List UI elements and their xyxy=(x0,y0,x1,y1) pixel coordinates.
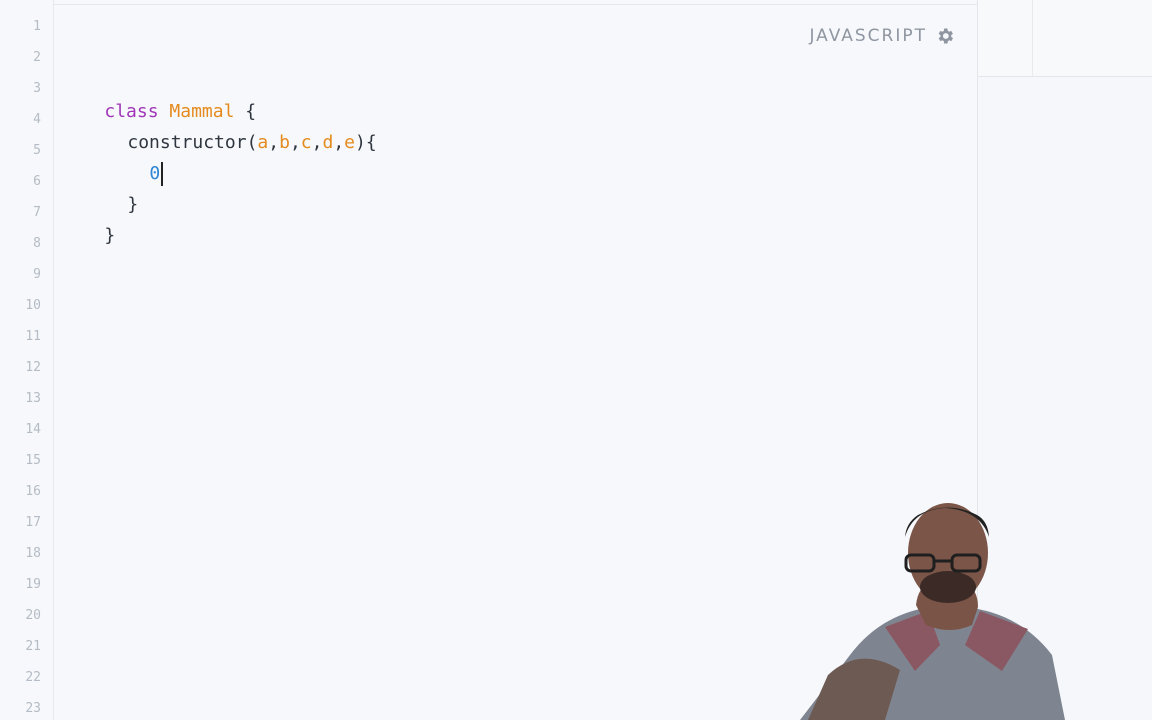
param-d: d xyxy=(322,132,334,153)
line-number: 23 xyxy=(25,701,41,716)
line-number: 22 xyxy=(25,670,41,685)
webcam-presenter-image xyxy=(800,503,1065,720)
line-number: 20 xyxy=(25,608,41,623)
text-cursor xyxy=(161,162,164,186)
code-line-7[interactable]: } xyxy=(61,200,115,272)
line-number-gutter: 1 2 3 4 5 6 7 8 9 10 11 12 13 14 15 16 17 18 19 20 21 22 23 xyxy=(0,0,54,720)
line-number: 19 xyxy=(25,577,41,592)
line-number: 16 xyxy=(25,484,41,499)
line-number: 18 xyxy=(25,546,41,561)
line-number: 1 xyxy=(33,19,41,34)
line-number: 9 xyxy=(33,267,41,282)
number-literal: 0 xyxy=(149,163,161,184)
line-number: 12 xyxy=(25,360,41,375)
param-b: b xyxy=(279,132,290,153)
line-number: 15 xyxy=(25,453,41,468)
param-c: c xyxy=(300,132,312,153)
close-brace-outer: } xyxy=(104,225,116,246)
close-brace-inner: } xyxy=(127,194,139,215)
param-a: a xyxy=(257,132,269,153)
language-bar: JAVASCRIPT xyxy=(809,26,955,46)
right-panel xyxy=(978,0,1152,77)
line-number: 21 xyxy=(25,639,41,654)
line-number: 5 xyxy=(33,143,41,158)
line-number: 7 xyxy=(33,205,41,220)
line-number: 6 xyxy=(33,174,41,189)
language-label[interactable]: JAVASCRIPT xyxy=(809,26,927,46)
constructor-end: ){ xyxy=(355,132,377,153)
line-number: 17 xyxy=(25,515,41,530)
line-number: 13 xyxy=(25,391,41,406)
line-number: 2 xyxy=(33,50,41,65)
line-number: 8 xyxy=(33,236,41,251)
line-number: 3 xyxy=(33,81,41,96)
panel-divider xyxy=(1032,0,1033,76)
line-number: 11 xyxy=(25,329,41,344)
editor-top-border xyxy=(53,4,977,5)
line-number: 4 xyxy=(33,112,41,127)
gear-icon[interactable] xyxy=(935,26,955,46)
line-number: 14 xyxy=(25,422,41,437)
line-number: 10 xyxy=(25,298,41,313)
param-e: e xyxy=(344,132,355,153)
